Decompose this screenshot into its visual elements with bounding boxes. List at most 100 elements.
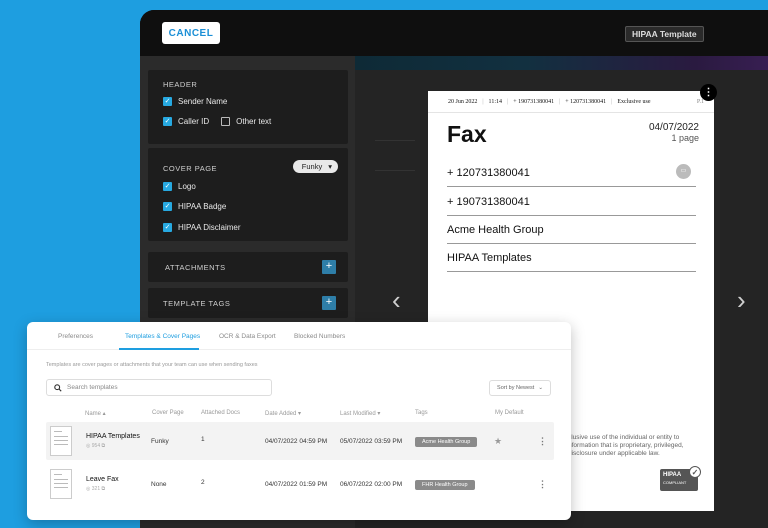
- accent-strip: [355, 56, 768, 70]
- hipaa-badge-subtitle: COMPLIANT: [663, 480, 687, 485]
- column-header-cover-page: Cover Page: [152, 410, 184, 416]
- fax-header-date: 20 Jun 2022: [448, 98, 478, 105]
- column-header-tags: Tags: [415, 410, 428, 416]
- hipaa-badge-label: HIPAA Badge: [178, 202, 227, 211]
- table-row[interactable]: HIPAA Templates ◎ 954 ⧉ Funky 1 04/07/20…: [46, 422, 554, 460]
- fax-company-field: Acme Health Group: [447, 224, 696, 244]
- background-line: [375, 170, 415, 171]
- cover-page-section: COVER PAGE Funky ▾ ✓ Logo ✓ HIPAA Badge …: [148, 148, 348, 241]
- search-placeholder: Search templates: [67, 384, 118, 391]
- fax-header-line: 20 Jun 2022 | 11:14 | + 190731380041 | +…: [428, 91, 714, 113]
- caret-down-icon: ▾: [328, 162, 332, 171]
- editor-toolbar: CANCEL HIPAA Template: [140, 10, 768, 56]
- tab-ocr-data-export[interactable]: OCR & Data Export: [219, 333, 276, 340]
- attached-docs-value: 2: [201, 479, 205, 486]
- fax-date-block: 04/07/2022 1 page: [649, 122, 699, 144]
- cover-page-section-title: COVER PAGE: [163, 164, 218, 173]
- search-templates-input[interactable]: Search templates: [46, 379, 272, 396]
- fax-subject-field: HIPAA Templates: [447, 252, 696, 272]
- template-title-badge: HIPAA Template: [625, 26, 704, 42]
- active-tab-indicator: [119, 348, 199, 350]
- cover-style-dropdown[interactable]: Funky ▾: [292, 160, 338, 173]
- fax-header-label: Exclusive use: [617, 98, 651, 105]
- row-menu-kebab-icon[interactable]: ⋮: [538, 436, 547, 447]
- separator: |: [507, 98, 509, 105]
- last-modified-value: 06/07/2022 02:00 PM: [340, 481, 403, 488]
- template-name: Leave Fax ◎ 321 ⧉: [86, 476, 119, 492]
- checkbox-checked-icon[interactable]: ✓: [163, 202, 172, 211]
- background-line: [375, 140, 415, 141]
- row-menu-kebab-icon[interactable]: ⋮: [538, 479, 547, 490]
- caller-id-option[interactable]: ✓ Caller ID Other text: [163, 117, 271, 126]
- fax-header-to: + 120731380041: [565, 98, 607, 105]
- separator: |: [611, 98, 613, 105]
- hipaa-disclaimer-label: HIPAA Disclaimer: [178, 223, 241, 232]
- cover-style-value: Funky: [301, 162, 323, 171]
- table-row[interactable]: Leave Fax ◎ 321 ⧉ None 2 04/07/2022 01:5…: [46, 465, 554, 503]
- fax-header-from: + 190731380041: [513, 98, 555, 105]
- header-section-title: HEADER: [163, 80, 198, 89]
- column-header-attached-docs: Attached Docs: [201, 410, 241, 416]
- tag-badge: FHR Health Group: [415, 480, 475, 490]
- separator: |: [559, 98, 561, 105]
- tag-badge: Acme Health Group: [415, 437, 478, 447]
- fax-title: Fax: [447, 121, 487, 147]
- add-tag-button[interactable]: +: [322, 296, 336, 310]
- tab-templates-cover-pages[interactable]: Templates & Cover Pages: [125, 333, 200, 340]
- column-header-last-modified[interactable]: Last Modified ▾: [340, 410, 380, 417]
- attached-docs-value: 1: [201, 436, 205, 443]
- column-header-date-added[interactable]: Date Added ▾: [265, 410, 301, 417]
- checkbox-unchecked-icon[interactable]: [221, 117, 231, 126]
- checkbox-checked-icon[interactable]: ✓: [163, 117, 172, 126]
- caller-id-label: Caller ID: [178, 117, 210, 126]
- logo-option[interactable]: ✓ Logo: [163, 182, 196, 191]
- hipaa-compliant-badge: HIPAA COMPLIANT ✓: [660, 466, 701, 491]
- template-tags-section: TEMPLATE TAGS +: [148, 288, 348, 318]
- sort-label: Sort by Newest: [497, 385, 535, 391]
- fax-disclaimer-text: clusive use of the individual or entity …: [568, 434, 684, 457]
- logo-label: Logo: [178, 182, 196, 191]
- template-thumbnail: [50, 426, 72, 456]
- search-icon: [54, 383, 62, 392]
- hipaa-badge-option[interactable]: ✓ HIPAA Badge: [163, 202, 226, 211]
- template-view-count: ◎ 954 ⧉: [86, 443, 106, 449]
- date-added-value: 04/07/2022 04:59 PM: [265, 438, 328, 445]
- checkbox-checked-icon[interactable]: ✓: [163, 223, 172, 232]
- column-header-name[interactable]: Name ▴: [85, 410, 106, 417]
- star-icon[interactable]: ★: [494, 436, 502, 447]
- templates-description: Templates are cover pages or attachments…: [46, 362, 258, 368]
- add-attachment-button[interactable]: +: [322, 260, 336, 274]
- checkbox-checked-icon[interactable]: ✓: [163, 182, 172, 191]
- templates-settings-card: Preferences Templates & Cover Pages OCR …: [27, 322, 571, 520]
- template-name-text: HIPAA Templates: [86, 433, 140, 440]
- tab-blocked-numbers[interactable]: Blocked Numbers: [294, 333, 345, 340]
- fax-header-time: 11:14: [488, 98, 502, 105]
- fax-date: 04/07/2022: [648, 122, 699, 133]
- sender-name-label: Sender Name: [178, 97, 228, 106]
- tab-preferences[interactable]: Preferences: [58, 333, 93, 340]
- fax-from-number-field: + 190731380041: [447, 196, 696, 216]
- date-added-value: 04/07/2022 01:59 PM: [265, 481, 328, 488]
- chevron-down-icon: ⌄: [538, 385, 543, 391]
- attachments-title: ATTACHMENTS: [165, 263, 226, 272]
- separator: |: [482, 98, 484, 105]
- next-page-arrow-icon[interactable]: ›: [737, 285, 746, 316]
- sort-dropdown[interactable]: Sort by Newest ⌄: [489, 380, 551, 396]
- last-modified-value: 05/07/2022 03:59 PM: [340, 438, 403, 445]
- template-tags-title: TEMPLATE TAGS: [163, 299, 231, 308]
- fax-to-number-field: + 120731380041: [447, 167, 696, 187]
- previous-page-arrow-icon[interactable]: ‹: [392, 285, 401, 316]
- page-options-kebab-icon[interactable]: ⋮: [700, 84, 717, 101]
- template-name: HIPAA Templates ◎ 954 ⧉: [86, 433, 140, 449]
- sender-name-option[interactable]: ✓ Sender Name: [163, 97, 227, 106]
- cancel-button[interactable]: CANCEL: [162, 22, 220, 44]
- template-thumbnail: [50, 469, 72, 499]
- cover-page-value: Funky: [151, 438, 169, 445]
- attachments-section: ATTACHMENTS +: [148, 252, 348, 282]
- settings-tabs: Preferences Templates & Cover Pages OCR …: [27, 322, 571, 350]
- hipaa-disclaimer-option[interactable]: ✓ HIPAA Disclaimer: [163, 223, 241, 232]
- fax-page-count: 1 page: [671, 133, 699, 143]
- checkbox-checked-icon[interactable]: ✓: [163, 97, 172, 106]
- other-text-label: Other text: [236, 117, 272, 126]
- column-header-my-default: My Default: [495, 410, 524, 416]
